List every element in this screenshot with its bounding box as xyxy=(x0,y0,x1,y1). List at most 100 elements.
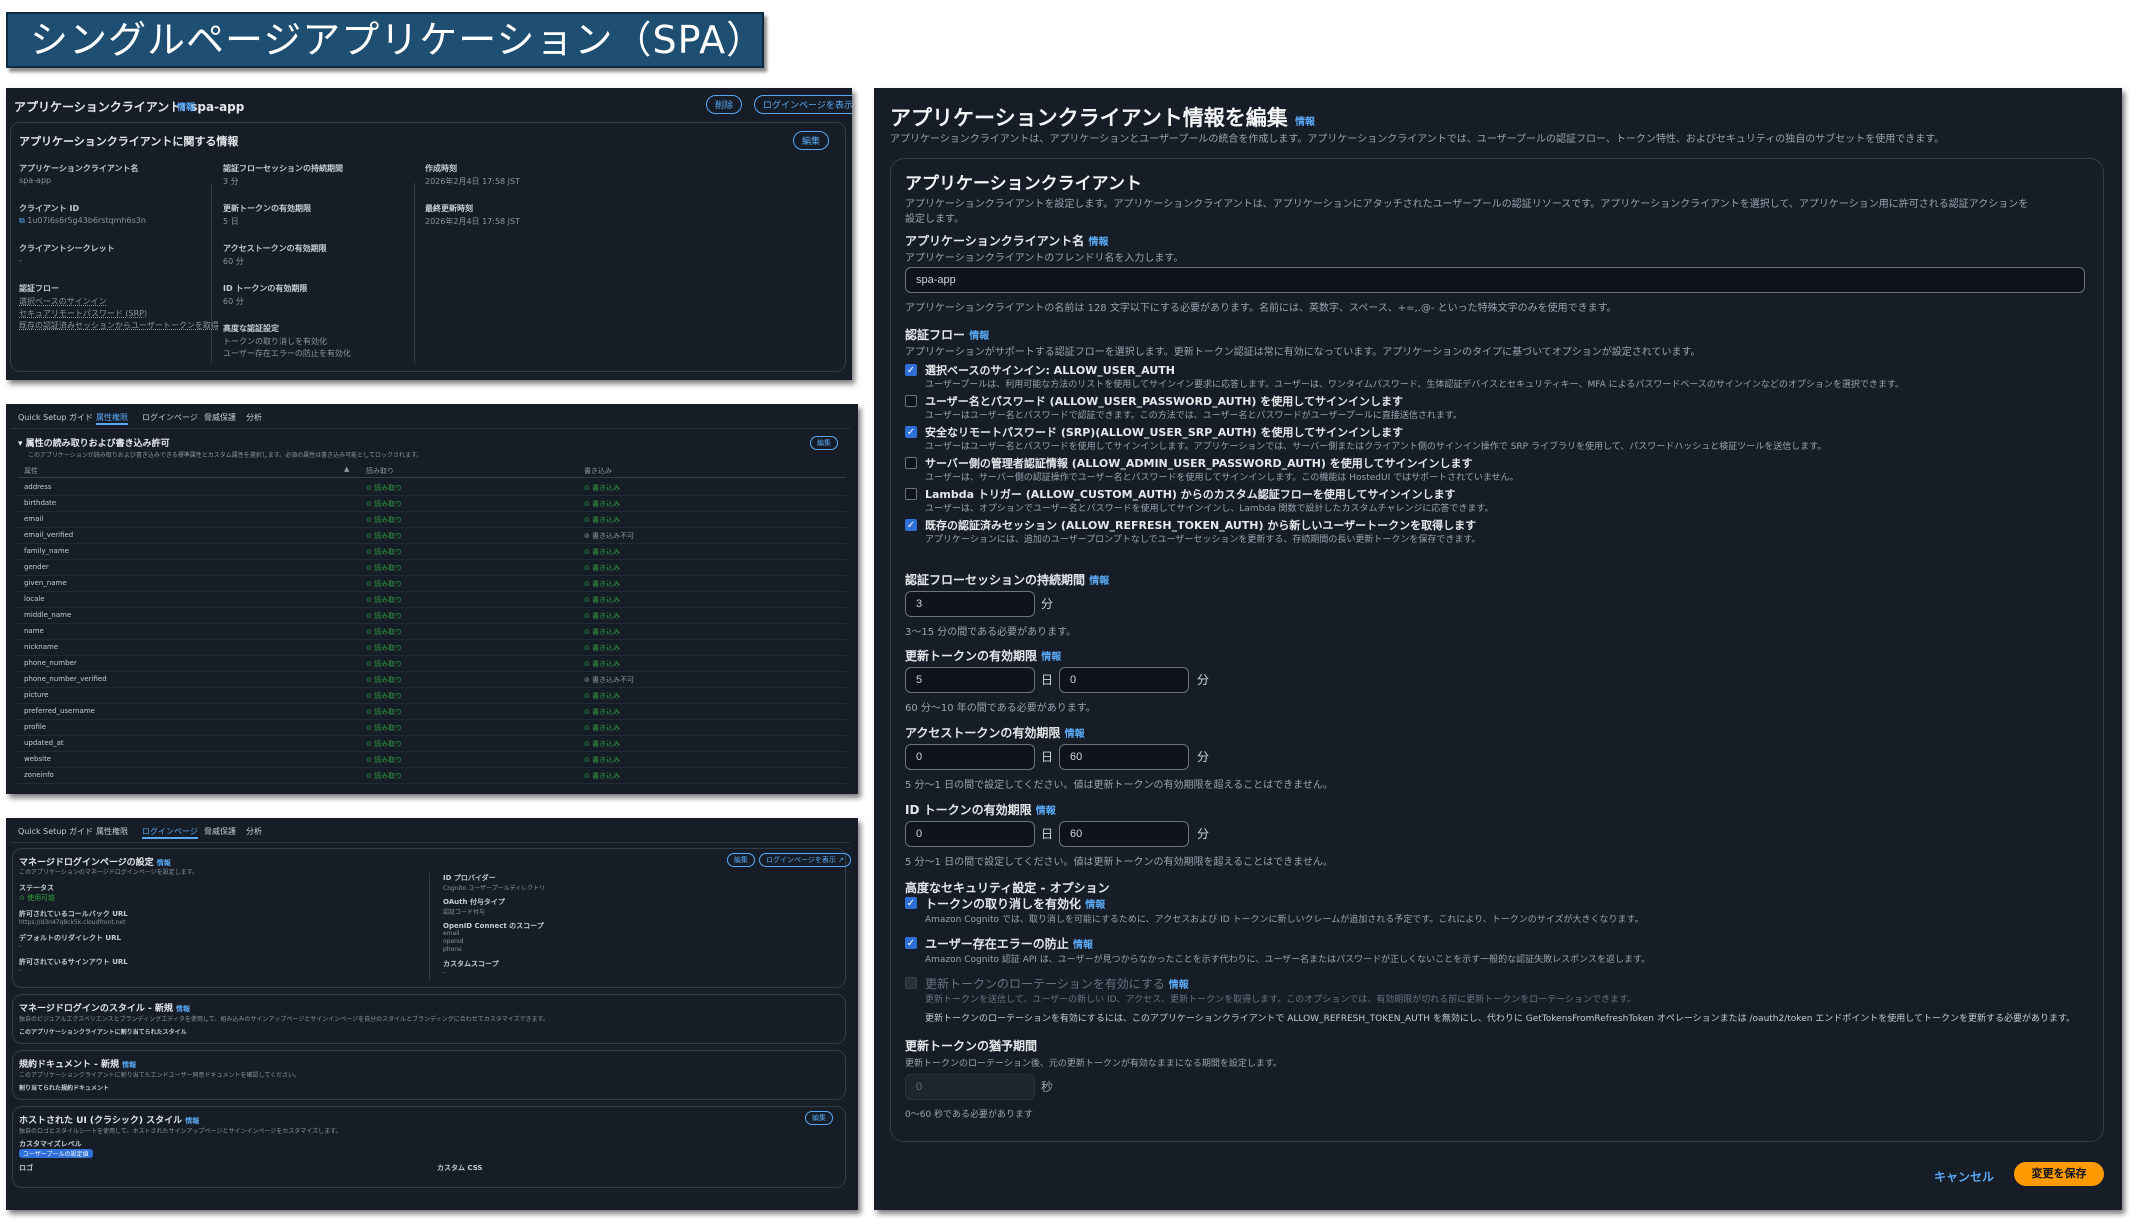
sort-icon[interactable]: ▲ xyxy=(344,465,349,473)
check-circle-icon: ⊙ xyxy=(366,756,375,764)
info-link[interactable]: 情報 xyxy=(176,1005,190,1013)
app-client-name-input[interactable] xyxy=(905,267,2085,293)
auth-flow-checkbox[interactable]: ✓ xyxy=(905,519,917,531)
id-days-input[interactable] xyxy=(905,821,1035,847)
field-label: 作成時刻 xyxy=(425,164,457,173)
collapse-caret-icon[interactable]: ▾ xyxy=(18,439,23,449)
access-minutes-input[interactable] xyxy=(1059,744,1189,770)
session-duration-input[interactable] xyxy=(905,591,1035,617)
tab-analytics[interactable]: 分析 xyxy=(246,826,262,837)
write-status: ⊙ 書き込み xyxy=(584,579,620,589)
attribute-name: preferred_username xyxy=(24,707,95,715)
read-status-text: 読み取り xyxy=(374,532,403,540)
info-link[interactable]: 情報 xyxy=(1089,576,1109,587)
tab-analytics[interactable]: 分析 xyxy=(246,412,262,423)
info-link[interactable]: 情報 xyxy=(1085,900,1105,911)
read-status-text: 読み取り xyxy=(374,644,403,652)
info-link[interactable]: 情報 xyxy=(1065,729,1085,740)
info-link[interactable]: 情報 xyxy=(1073,940,1093,951)
edit-button[interactable]: 編集 xyxy=(805,1111,833,1125)
check-circle-icon: ⊙ xyxy=(366,596,375,604)
unit-label: 日 xyxy=(1041,750,1054,764)
tab-threat-protection[interactable]: 脅威保護 xyxy=(204,412,236,423)
client-id-value: 1u07i6s6r5g43b6rstqmh6s3n xyxy=(27,216,146,225)
edit-button[interactable]: 編集 xyxy=(727,853,755,867)
table-row: phone_number ⊙ 読み取り ⊙ 書き込み xyxy=(18,656,846,672)
info-link[interactable]: 情報 xyxy=(1169,980,1189,991)
status-label: ステータス xyxy=(19,884,54,892)
attribute-name: phone_number_verified xyxy=(24,675,107,683)
auth-flow-checkbox[interactable] xyxy=(905,457,917,469)
delete-button[interactable]: 削除 xyxy=(706,95,743,114)
info-link[interactable]: 情報 xyxy=(122,1061,136,1069)
terms-note: 割り当てられた規約ドキュメント xyxy=(19,1085,110,1092)
info-link[interactable]: 情報 xyxy=(1088,237,1108,248)
info-link[interactable]: 情報 xyxy=(1295,117,1315,128)
section-desc: このアプリケーションが読み取りおよび書き込みできる標準属性とカスタム属性を選択し… xyxy=(28,452,423,459)
write-status-text: 書き込み xyxy=(592,612,621,620)
read-status-text: 読み取り xyxy=(374,740,403,748)
redirect-label: デフォルトのリダイレクト URL xyxy=(19,934,121,942)
view-login-page-button[interactable]: ログインページを表示 ↗ xyxy=(759,853,851,867)
refresh-days-input[interactable] xyxy=(905,667,1035,693)
oauth-value: 認証コード付与 xyxy=(443,909,486,916)
check-circle-icon: ⊙ xyxy=(584,740,593,748)
tab-attribute-permissions[interactable]: 属性権限 xyxy=(96,412,128,425)
read-status: ⊙ 読み取り xyxy=(366,627,402,637)
info-link[interactable]: 情報 xyxy=(177,100,195,113)
col-header-attribute[interactable]: 属性 xyxy=(24,466,38,476)
refresh-minutes-input[interactable] xyxy=(1059,667,1189,693)
id-minutes-input[interactable] xyxy=(1059,821,1189,847)
write-status: ⊙ 書き込み xyxy=(584,483,620,493)
auth-flow-checkbox[interactable]: ✓ xyxy=(905,426,917,438)
not-allowed-icon: ⊘ xyxy=(584,532,593,540)
tab-quick-setup[interactable]: Quick Setup ガイド xyxy=(18,412,93,423)
read-status-text: 読み取り xyxy=(374,676,403,684)
copy-icon[interactable]: ⧉ xyxy=(19,216,25,225)
field-label: 最終更新時刻 xyxy=(425,204,473,213)
tab-threat-protection[interactable]: 脅威保護 xyxy=(204,826,236,837)
edit-button[interactable]: 編集 xyxy=(810,436,838,450)
attribute-name: website xyxy=(24,755,52,763)
auth-flow-title: サーバー側の管理者認証情報 (ALLOW_ADMIN_USER_PASSWORD… xyxy=(925,457,1473,470)
unit-label: 秒 xyxy=(1041,1080,1054,1094)
check-circle-icon: ⊙ xyxy=(366,500,375,508)
tab-login-page[interactable]: ログインページ xyxy=(142,412,198,423)
info-link[interactable]: 情報 xyxy=(969,331,989,342)
rotation-checkbox[interactable] xyxy=(905,977,917,989)
managed-login-card: マネージドログインページの設定 情報 このアプリケーションのマネージドログインペ… xyxy=(12,848,851,988)
tab-quick-setup[interactable]: Quick Setup ガイド xyxy=(18,826,93,837)
table-header: 属性 ▲ 読み取り 書き込み xyxy=(18,464,846,478)
logo-label: ロゴ xyxy=(19,1164,33,1172)
auth-flow-checkbox[interactable]: ✓ xyxy=(905,364,917,376)
read-status: ⊙ 読み取り xyxy=(366,723,402,733)
view-login-page-button[interactable]: ログインページを表示 ↗ xyxy=(754,95,852,114)
access-days-input[interactable] xyxy=(905,744,1035,770)
section-desc: 設定します。 xyxy=(905,214,964,225)
auth-flow-desc: ユーザーはユーザー名とパスワードを使用してサインインします。アプリケーションでは… xyxy=(925,442,1827,452)
info-link[interactable]: 情報 xyxy=(157,859,171,867)
auth-flow-checkbox[interactable] xyxy=(905,395,917,407)
cancel-button[interactable]: キャンセル xyxy=(1934,1168,1994,1185)
table-row: middle_name ⊙ 読み取り ⊙ 書き込み xyxy=(18,608,846,624)
check-circle-icon: ⊙ xyxy=(366,644,375,652)
table-row: phone_number_verified ⊙ 読み取り ⊘ 書き込み不可 xyxy=(18,672,846,688)
read-status: ⊙ 読み取り xyxy=(366,515,402,525)
field-label: アクセストークンの有効期限 xyxy=(223,244,327,253)
status-value: 使用可能 xyxy=(27,894,56,902)
style-desc: 独自のビジュアルエクスペリエンスとブランディングエディタを使用して、組み込みのサ… xyxy=(19,1016,549,1023)
tab-attribute-permissions[interactable]: 属性権限 xyxy=(96,826,128,837)
info-link[interactable]: 情報 xyxy=(185,1117,199,1125)
attribute-name: family_name xyxy=(24,547,69,555)
info-link[interactable]: 情報 xyxy=(1036,806,1056,817)
auth-flow-checkbox[interactable] xyxy=(905,488,917,500)
edit-button[interactable]: 編集 xyxy=(793,131,830,150)
signout-label: 許可されているサインアウト URL xyxy=(19,958,128,966)
revoke-checkbox[interactable]: ✓ xyxy=(905,897,917,909)
info-link[interactable]: 情報 xyxy=(1041,652,1061,663)
grace-period-input[interactable] xyxy=(905,1074,1035,1100)
tab-login-page[interactable]: ログインページ xyxy=(142,826,198,839)
save-changes-button[interactable]: 変更を保存 xyxy=(2014,1162,2104,1186)
field-value: spa-app xyxy=(19,176,52,185)
prevent-user-existence-checkbox[interactable]: ✓ xyxy=(905,937,917,949)
